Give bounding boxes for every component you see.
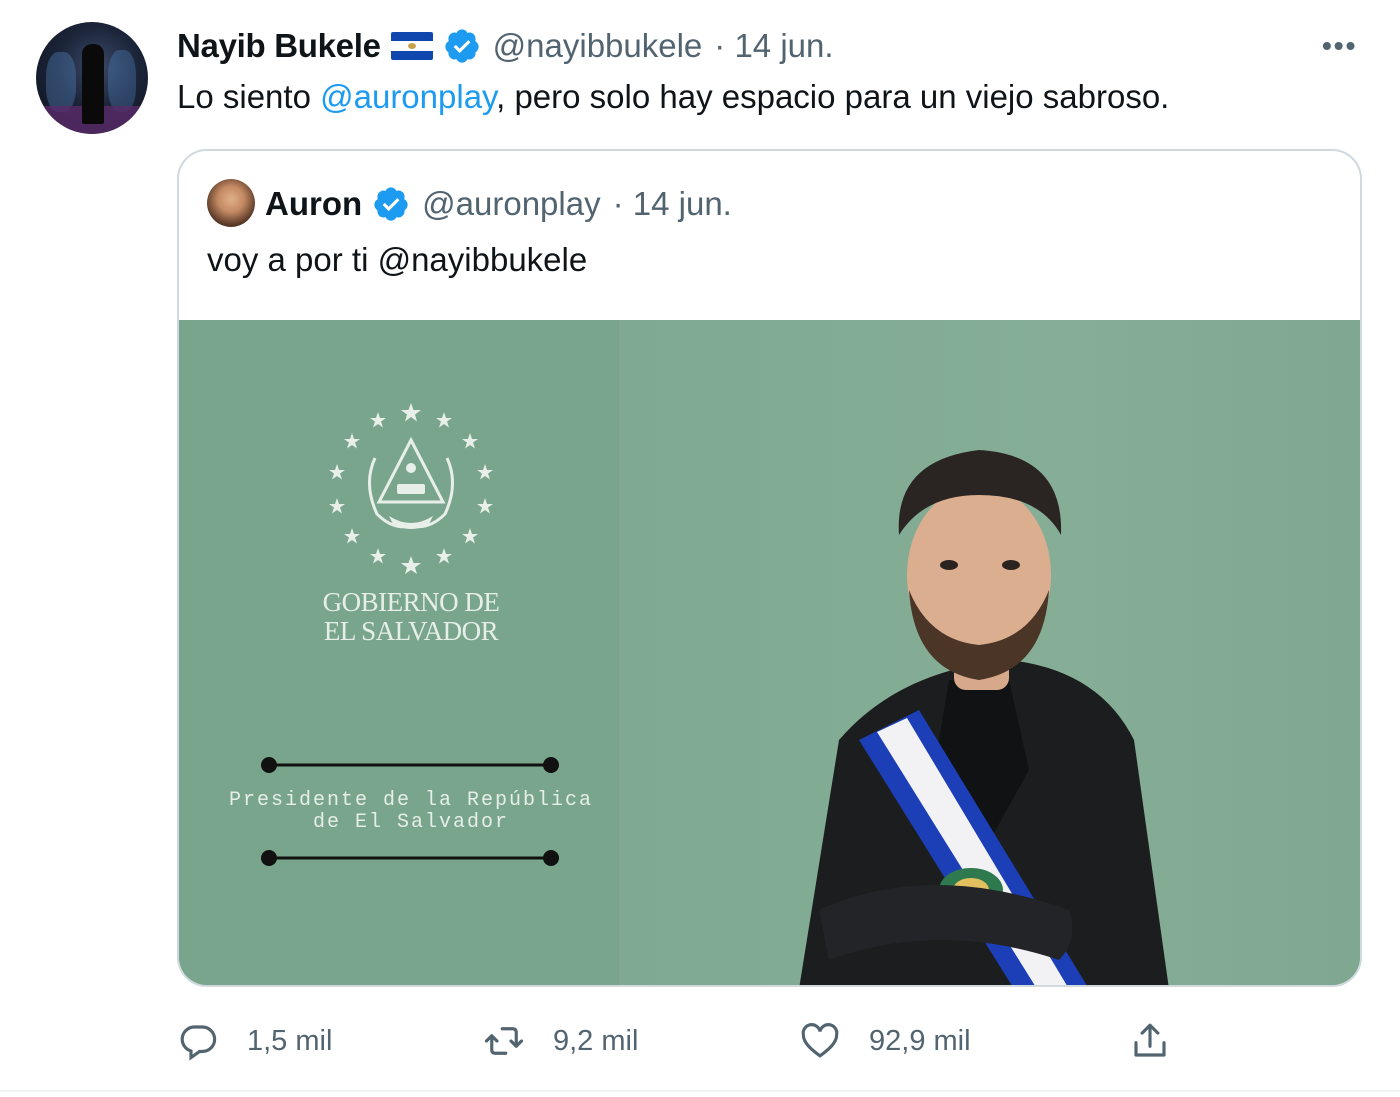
heart-icon	[801, 1023, 839, 1058]
quoted-author-handle: @auronplay	[422, 185, 601, 222]
tweet-actions: 1,5 mil 9,2 mil 92,9 mil	[177, 1015, 1177, 1067]
quoted-author-avatar[interactable]	[207, 179, 255, 227]
verified-badge-icon	[445, 29, 479, 63]
reply-button[interactable]: 1,5 mil	[177, 1015, 332, 1067]
retweet-button[interactable]: 9,2 mil	[483, 1015, 638, 1067]
like-count: 92,9 mil	[869, 1024, 971, 1057]
government-label: GOBIERNO DE EL SALVADOR	[322, 587, 500, 646]
tweet-date[interactable]: · 14 jun.	[714, 27, 833, 65]
el-salvador-flag-icon	[390, 32, 433, 60]
quoted-tweet-text: voy a por ti @nayibbukele	[207, 241, 588, 278]
more-options-icon[interactable]: •••	[1322, 30, 1357, 62]
retweet-count: 9,2 mil	[553, 1024, 639, 1057]
el-salvador-coat-of-arms-icon	[329, 403, 493, 574]
president-label: Presidente de la República de El Salvado…	[228, 789, 594, 834]
share-icon	[1134, 1023, 1166, 1057]
quoted-tweet-image[interactable]: GOBIERNO DE EL SALVADOR Presidente de la…	[179, 320, 1360, 985]
like-button[interactable]: 92,9 mil	[799, 1015, 971, 1067]
person-with-sash-illustration	[799, 450, 1169, 985]
quoted-tweet-date: · 14 jun.	[612, 185, 732, 222]
mention-link[interactable]: @auronplay	[320, 78, 496, 115]
author-avatar[interactable]	[36, 22, 148, 134]
quoted-tweet[interactable]: Auron @auronplay · 14 jun. voy a por ti …	[177, 149, 1362, 987]
author-handle[interactable]: @nayibbukele	[493, 27, 703, 65]
retweet-icon	[484, 1027, 524, 1055]
reply-count: 1,5 mil	[247, 1024, 333, 1057]
reply-icon	[180, 1025, 217, 1061]
quoted-author-name[interactable]: Auron	[265, 185, 362, 223]
share-button[interactable]	[1129, 1015, 1171, 1067]
bottom-divider-line	[261, 850, 559, 866]
tweet-header: Nayib Bukele @nayibbukele · 14 jun.	[177, 26, 834, 66]
author-name[interactable]: Nayib Bukele	[177, 27, 381, 65]
quoted-tweet-header: Auron @auronplay · 14 jun.	[265, 181, 732, 227]
top-divider-line	[261, 757, 559, 773]
bottom-divider	[0, 1090, 1400, 1092]
verified-badge-icon	[374, 187, 408, 221]
tweet-text: Lo siento @auronplay, pero solo hay espa…	[177, 78, 1170, 115]
